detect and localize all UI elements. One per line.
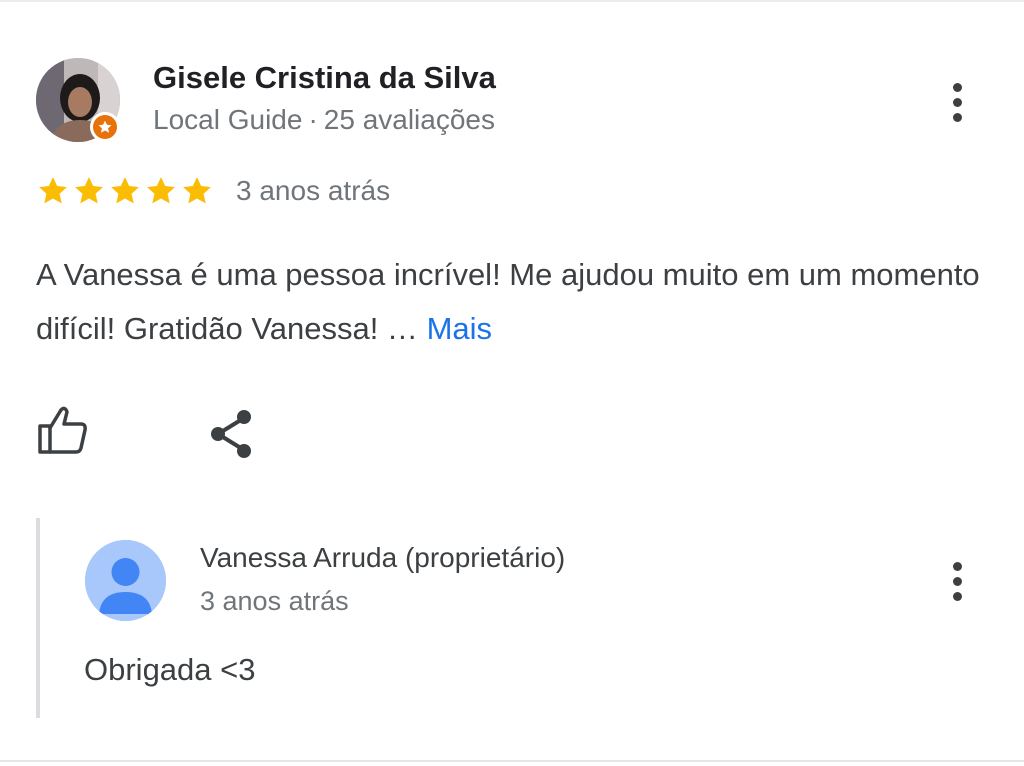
reviewer-name[interactable]: Gisele Cristina da Silva (153, 60, 496, 96)
more-vert-icon (952, 82, 962, 92)
star-icon (36, 174, 70, 208)
reply-more-options-button[interactable] (942, 557, 972, 605)
owner-reply-text: Obrigada <3 (84, 652, 256, 687)
like-button[interactable] (36, 404, 90, 456)
share-icon (211, 410, 251, 458)
reviewer-meta[interactable]: Local Guide · 25 avaliações (153, 104, 495, 136)
review-date: 3 anos atrás (236, 175, 391, 206)
top-divider (0, 0, 1024, 2)
rating-row: 3 anos atrás (36, 174, 390, 208)
star-rating (36, 174, 214, 208)
review-count: 25 avaliações (323, 104, 495, 135)
more-vert-icon (952, 561, 962, 571)
thumb-up-outline-icon (38, 406, 87, 454)
local-guide-star-icon (90, 112, 120, 142)
share-button[interactable] (208, 408, 256, 460)
owner-reply-border (36, 518, 40, 718)
star-icon (108, 174, 142, 208)
bottom-divider (0, 760, 1024, 762)
owner-avatar (85, 540, 166, 621)
star-icon (72, 174, 106, 208)
default-person-icon (85, 540, 166, 621)
owner-name: Vanessa Arruda (proprietário) (200, 542, 566, 573)
read-more-link[interactable]: Mais (427, 311, 492, 346)
local-guide-label: Local Guide (153, 104, 303, 135)
review-body: A Vanessa é uma pessoa incrível! Me ajud… (36, 257, 980, 346)
review-more-options-button[interactable] (942, 78, 972, 126)
owner-reply-date: 3 anos atrás (200, 586, 349, 616)
star-icon (144, 174, 178, 208)
review-text: A Vanessa é uma pessoa incrível! Me ajud… (36, 248, 996, 356)
meta-separator: · (308, 104, 318, 135)
star-icon (180, 174, 214, 208)
